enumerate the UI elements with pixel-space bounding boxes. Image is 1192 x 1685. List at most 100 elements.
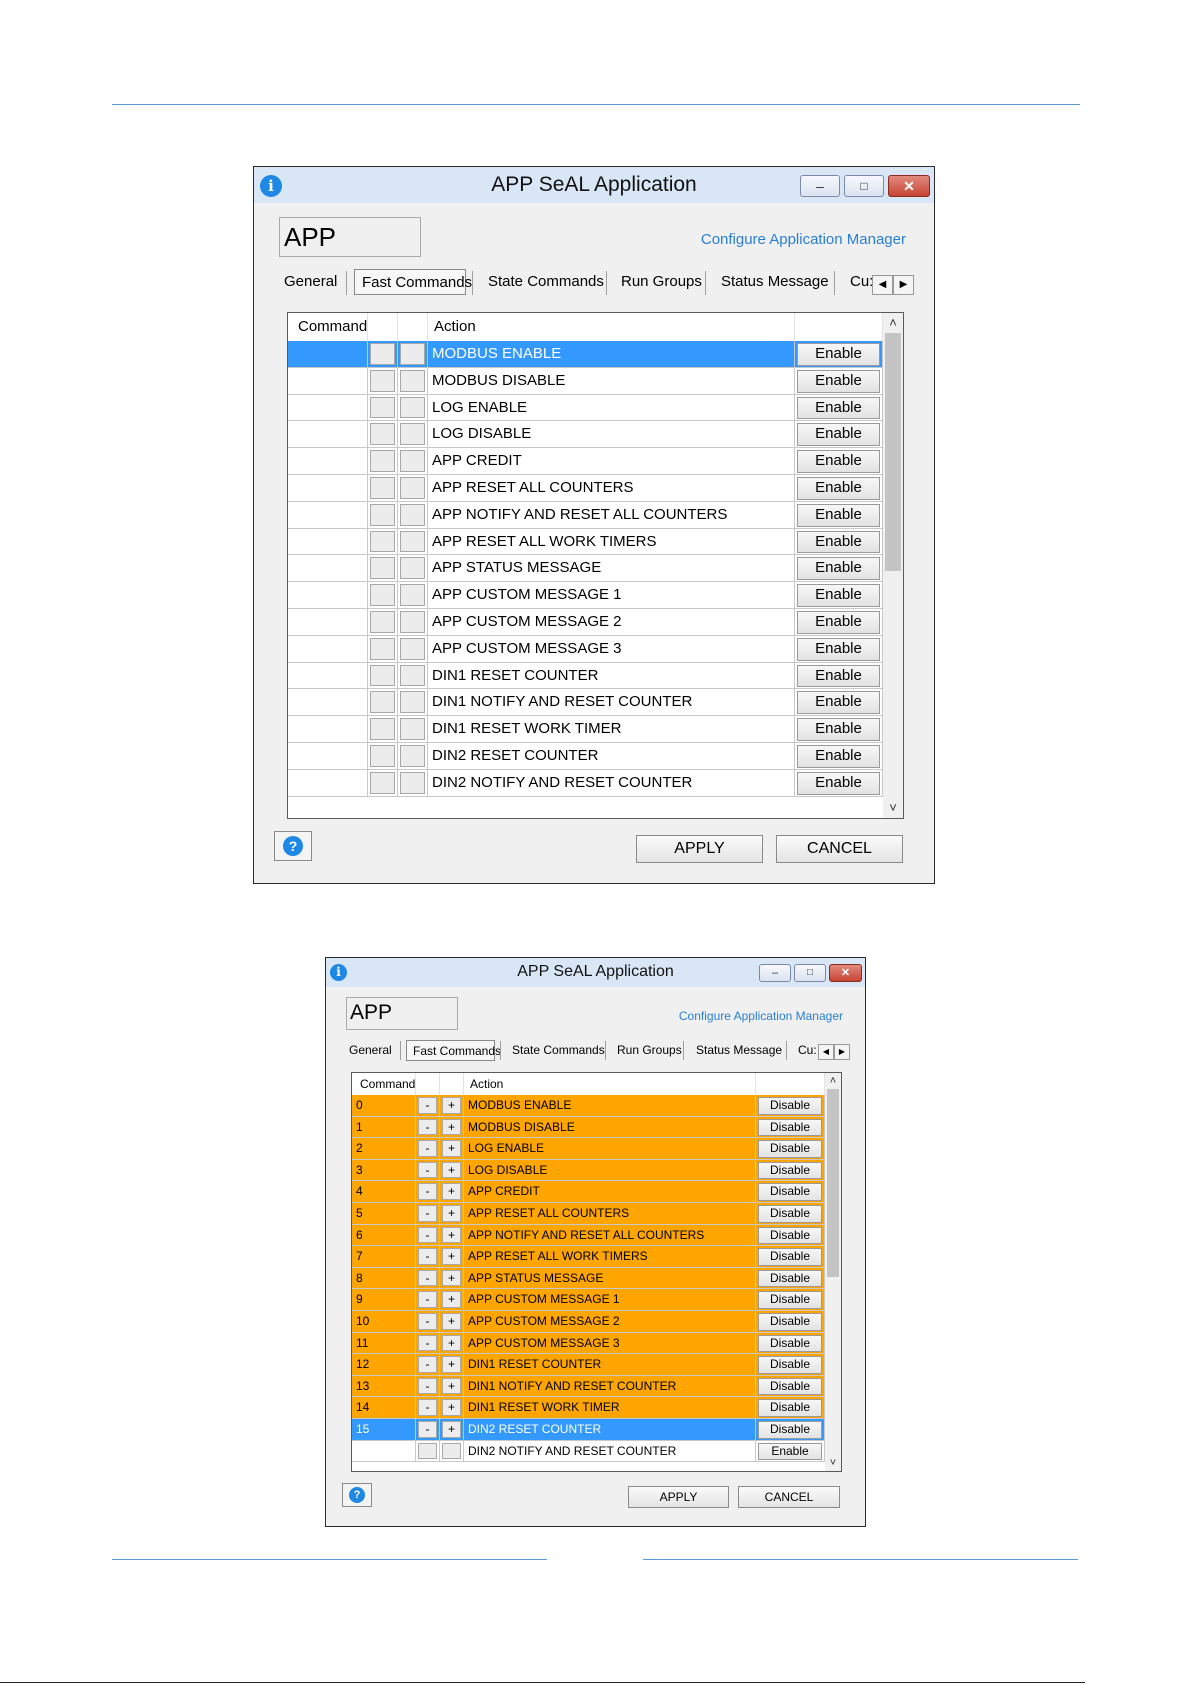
table-row[interactable]: 3- + LOG DISABLE Disable [352, 1159, 825, 1182]
decrement-button[interactable]: - [418, 1377, 437, 1395]
chevron-up-icon[interactable]: ˄ [883, 313, 903, 333]
decrement-button[interactable] [370, 396, 395, 419]
command-cell[interactable] [288, 769, 368, 797]
command-cell[interactable]: 4 [352, 1181, 416, 1203]
decrement-button[interactable]: - [418, 1118, 437, 1136]
command-cell[interactable] [288, 421, 368, 449]
toggle-button[interactable]: Disable [758, 1421, 822, 1439]
help-button[interactable]: ? [342, 1483, 372, 1507]
command-cell[interactable] [288, 662, 368, 690]
command-cell[interactable]: 15 [352, 1419, 416, 1441]
toggle-button[interactable]: Enable [797, 584, 880, 607]
command-cell[interactable] [288, 394, 368, 422]
vertical-scrollbar[interactable]: ˄ ˅ [825, 1073, 841, 1471]
tab-status-message[interactable]: Status Message [721, 273, 829, 290]
increment-button[interactable]: + [442, 1205, 461, 1222]
increment-button[interactable]: + [442, 1399, 461, 1416]
command-cell[interactable]: 9 [352, 1289, 416, 1311]
toggle-button[interactable]: Enable [797, 745, 880, 768]
increment-button[interactable] [400, 530, 425, 553]
decrement-button[interactable] [370, 503, 395, 526]
vertical-scrollbar[interactable]: ˄ ˅ [883, 313, 903, 818]
command-cell[interactable]: 10 [352, 1311, 416, 1333]
toggle-button[interactable]: Enable [797, 771, 880, 795]
scrollbar-thumb[interactable] [827, 1089, 839, 1277]
increment-button[interactable]: + [442, 1097, 461, 1114]
increment-button[interactable] [400, 637, 425, 660]
table-row[interactable]: APP RESET ALL COUNTERS Enable [288, 475, 883, 502]
decrement-button[interactable] [370, 584, 395, 606]
increment-button[interactable]: + [442, 1226, 461, 1244]
command-cell[interactable]: 13 [352, 1375, 416, 1398]
toggle-button[interactable]: Disable [758, 1269, 822, 1288]
increment-button[interactable] [400, 691, 425, 714]
decrement-button[interactable] [370, 691, 395, 714]
chevron-down-icon[interactable]: ˅ [883, 798, 903, 818]
tab-custom[interactable]: Cu: [850, 273, 872, 290]
tab-fast-commands[interactable]: Fast Commands [354, 269, 472, 295]
tab-state-commands[interactable]: State Commands [488, 273, 604, 290]
command-cell[interactable] [288, 716, 368, 743]
increment-button[interactable] [400, 396, 425, 419]
increment-button[interactable] [400, 343, 425, 365]
toggle-button[interactable]: Disable [758, 1161, 822, 1180]
decrement-button[interactable]: - [418, 1248, 437, 1265]
table-row[interactable]: LOG DISABLE Enable [288, 421, 883, 449]
decrement-button[interactable] [370, 423, 395, 446]
toggle-button[interactable]: Enable [797, 369, 880, 393]
toggle-button[interactable]: Enable [758, 1442, 822, 1461]
decrement-button[interactable] [370, 771, 395, 794]
table-row[interactable]: DIN1 NOTIFY AND RESET COUNTER Enable [288, 689, 883, 717]
increment-button[interactable] [400, 477, 425, 499]
toggle-button[interactable]: Enable [797, 611, 880, 634]
toggle-button[interactable]: Disable [758, 1291, 822, 1309]
toggle-button[interactable]: Disable [758, 1097, 822, 1115]
increment-button[interactable]: + [442, 1421, 461, 1438]
tab-run-groups[interactable]: Run Groups [617, 1043, 682, 1057]
table-row[interactable]: APP CUSTOM MESSAGE 3 Enable [288, 635, 883, 663]
command-cell[interactable] [288, 448, 368, 475]
table-row[interactable]: 6- + APP NOTIFY AND RESET ALL COUNTERS Disa… [352, 1224, 825, 1247]
increment-button[interactable]: + [442, 1118, 461, 1136]
toggle-button[interactable]: Disable [758, 1313, 822, 1331]
command-cell[interactable]: 12 [352, 1354, 416, 1376]
table-row[interactable]: 1- + MODBUS DISABLE Disable [352, 1116, 825, 1139]
toggle-button[interactable]: Disable [758, 1356, 822, 1374]
increment-button[interactable] [400, 611, 425, 633]
help-button[interactable]: ? [274, 831, 312, 861]
decrement-button[interactable]: - [418, 1356, 437, 1373]
command-cell[interactable] [288, 582, 368, 609]
apply-button[interactable]: APPLY [636, 835, 763, 863]
table-row[interactable]: DIN2 NOTIFY AND RESET COUNTER Enable [288, 769, 883, 797]
table-row[interactable]: 14- + DIN1 RESET WORK TIMER Disable [352, 1397, 825, 1419]
close-icon[interactable]: ✕ [888, 175, 930, 197]
toggle-button[interactable]: Disable [758, 1334, 822, 1353]
toggle-button[interactable]: Disable [758, 1248, 822, 1266]
table-row[interactable]: APP CUSTOM MESSAGE 2 Enable [288, 609, 883, 636]
toggle-button[interactable]: Enable [797, 477, 880, 500]
decrement-button[interactable] [370, 343, 395, 365]
table-row[interactable]: DIN2 NOTIFY AND RESET COUNTER Enable [352, 1440, 825, 1463]
toggle-button[interactable]: Enable [797, 396, 880, 420]
increment-button[interactable]: + [442, 1269, 461, 1287]
toggle-button[interactable]: Disable [758, 1226, 822, 1245]
table-row[interactable]: 10- + APP CUSTOM MESSAGE 2 Disable [352, 1311, 825, 1333]
toggle-button[interactable]: Enable [797, 503, 880, 527]
command-cell[interactable] [288, 609, 368, 636]
toggle-button[interactable]: Enable [797, 691, 880, 715]
toggle-button[interactable]: Enable [797, 718, 880, 741]
table-row[interactable]: APP RESET ALL WORK TIMERS Enable [288, 528, 883, 556]
maximize-icon[interactable]: □ [794, 964, 826, 982]
arrow-right-icon[interactable]: ▶ [893, 275, 914, 295]
command-cell[interactable] [288, 635, 368, 663]
tab-status-message[interactable]: Status Message [696, 1043, 782, 1057]
table-row[interactable]: 2- + LOG ENABLE Disable [352, 1138, 825, 1160]
close-icon[interactable]: ✕ [829, 964, 862, 982]
increment-button[interactable] [400, 745, 425, 767]
maximize-icon[interactable]: □ [844, 175, 884, 197]
title-bar[interactable]: i APP SeAL Application – □ ✕ [254, 167, 934, 203]
decrement-button[interactable]: - [418, 1205, 437, 1222]
cancel-button[interactable]: CANCEL [738, 1486, 840, 1508]
increment-button[interactable]: + [442, 1161, 461, 1179]
table-row[interactable]: APP STATUS MESSAGE Enable [288, 555, 883, 583]
